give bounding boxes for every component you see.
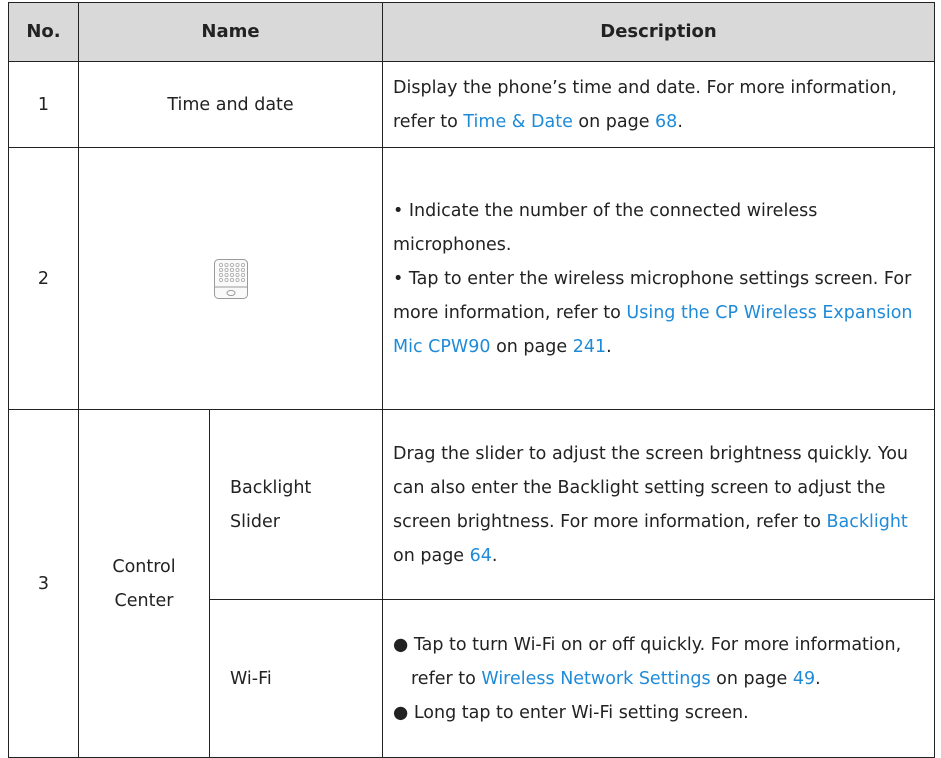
row-description: ● Tap to turn Wi-Fi on or off quickly. F… [382,599,935,758]
row-description: Drag the slider to adjust the screen bri… [382,409,935,600]
backlight-link[interactable]: Backlight [827,512,908,532]
sub-name: Backlight Slider [209,409,383,600]
desc-text: on page [490,336,573,357]
sub-name: Wi-Fi [209,599,383,758]
table-header-row: No. Name Description [8,2,935,62]
desc-text: . [606,336,612,357]
desc-text: on page [572,111,656,132]
desc-bullet: ● Long tap to enter Wi-Fi setting screen… [393,702,749,723]
time-date-link[interactable]: Time & Date [463,112,572,132]
header-no: No. [8,2,79,62]
wireless-network-link[interactable]: Wireless Network Settings [481,669,710,689]
row-name: Time and date [78,61,383,148]
wireless-microphone-icon [213,258,248,299]
table-row: 1 Time and date Display the phone’s time… [8,61,935,148]
row-name: Control Center [78,409,210,758]
row-description: • Indicate the number of the connected w… [382,147,935,410]
desc-text: . [815,668,821,689]
header-description: Description [382,2,935,62]
page-link[interactable]: 49 [793,669,815,689]
row-name [78,147,383,410]
header-name: Name [78,2,383,62]
page-link[interactable]: 64 [470,546,492,566]
table-row: 2 • Indicate the number of the connected… [8,147,935,410]
page-link[interactable]: 241 [573,337,606,357]
desc-text: on page [393,545,470,566]
row-number: 3 [8,409,79,758]
desc-text: . [491,545,498,566]
row-number: 2 [8,147,79,410]
row-number: 1 [8,61,79,148]
desc-paragraph: • Indicate the number of the connected w… [393,200,818,255]
table-row: 3 Control Center Backlight Slider Drag t… [8,409,935,758]
page-link[interactable]: 68 [655,112,677,132]
desc-text: . [677,111,683,132]
row-description: Display the phone’s time and date. For m… [382,61,935,148]
desc-text: on page [710,668,793,689]
description-table: No. Name Description 1 Time and date Dis… [8,2,935,758]
